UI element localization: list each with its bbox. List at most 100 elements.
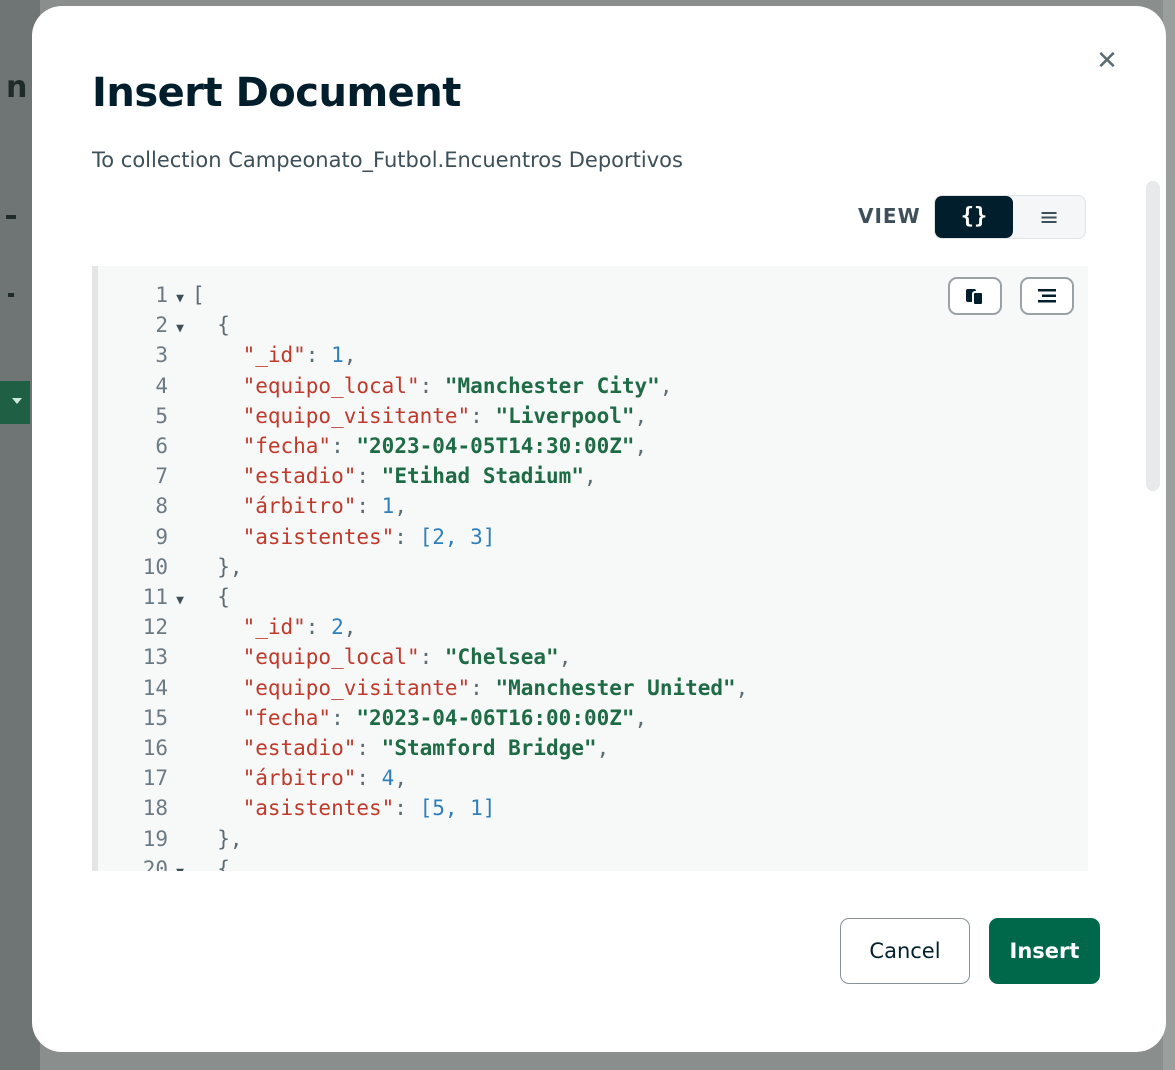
code-token: "fecha" bbox=[242, 434, 332, 458]
code-token: { bbox=[192, 313, 230, 338]
code-token: : bbox=[470, 675, 496, 700]
background-letter: n bbox=[6, 70, 28, 105]
code-line: 6 "fecha": "2023-04-05T14:30:00Z", bbox=[98, 431, 647, 461]
code-token: 1 bbox=[331, 343, 344, 368]
code-token: "Stamford Bridge" bbox=[381, 736, 597, 760]
code-text: { bbox=[192, 857, 230, 871]
code-text: [ bbox=[192, 283, 205, 307]
code-token: : bbox=[356, 736, 382, 760]
code-line: 11 ▼ { bbox=[98, 582, 230, 612]
code-token: , bbox=[634, 403, 648, 428]
code-token: , bbox=[735, 675, 749, 700]
code-token: , bbox=[596, 736, 610, 760]
background-dash bbox=[6, 215, 16, 219]
code-token: }, bbox=[192, 554, 243, 579]
code-line: 20▼ { bbox=[98, 854, 230, 871]
code-token: "estadio" bbox=[242, 464, 357, 489]
code-line: 13 "equipo_local": "Chelsea", bbox=[98, 642, 572, 672]
code-text: "asistentes": [5, 1] bbox=[192, 796, 496, 821]
modal-title: Insert Document bbox=[92, 70, 461, 116]
line-number: 20 bbox=[142, 856, 168, 871]
code-token: { bbox=[192, 856, 230, 871]
code-line: 8 "árbitro": 1, bbox=[98, 491, 407, 521]
line-number: 4 bbox=[155, 373, 168, 398]
code-text: }, bbox=[192, 826, 243, 851]
view-label: VIEW bbox=[858, 204, 921, 228]
code-token: "árbitro" bbox=[242, 766, 357, 791]
code-text: "_id": 1, bbox=[192, 343, 357, 368]
fold-caret-icon[interactable]: ▼ bbox=[168, 858, 192, 871]
line-number: 7 bbox=[155, 464, 168, 489]
format-button[interactable] bbox=[1020, 277, 1074, 315]
code-token: "Liverpool" bbox=[495, 403, 635, 428]
list-view-button[interactable]: ≡ bbox=[1013, 196, 1085, 238]
code-token: : bbox=[356, 464, 382, 489]
code-text: "equipo_visitante": "Manchester United", bbox=[192, 675, 749, 700]
code-token: "2023-04-05T14:30:00Z" bbox=[356, 434, 635, 458]
code-token: : bbox=[470, 403, 496, 428]
code-line: 1 ▼[ bbox=[98, 280, 205, 310]
code-line: 16 "estadio": "Stamford Bridge", bbox=[98, 733, 610, 763]
line-number: 2 bbox=[155, 313, 168, 338]
code-text: }, bbox=[192, 554, 243, 579]
code-token: "asistentes" bbox=[242, 524, 395, 549]
code-token: "equipo_visitante" bbox=[242, 675, 471, 700]
json-view-button[interactable]: {} bbox=[935, 196, 1013, 238]
json-editor[interactable]: 1 ▼[2 ▼ {3 "_id": 1, 4 "equipo_local": "Man… bbox=[92, 266, 1088, 871]
code-token: "_id" bbox=[242, 615, 306, 640]
line-number: 19 bbox=[142, 826, 168, 851]
line-number: 1 bbox=[155, 283, 168, 307]
code-text: { bbox=[192, 313, 230, 337]
code-token: , bbox=[583, 464, 597, 489]
copy-button[interactable] bbox=[948, 277, 1002, 315]
code-token: : bbox=[305, 615, 332, 640]
code-text: "fecha": "2023-04-05T14:30:00Z", bbox=[192, 434, 648, 458]
insert-document-modal: ✕ Insert Document To collection Campeona… bbox=[32, 6, 1166, 1052]
code-token: : bbox=[356, 494, 382, 519]
code-token: "árbitro" bbox=[242, 494, 357, 519]
code-token: : bbox=[394, 796, 420, 821]
close-icon[interactable]: ✕ bbox=[1094, 48, 1120, 74]
insert-button[interactable]: Insert bbox=[989, 918, 1100, 984]
format-icon bbox=[1038, 289, 1056, 303]
code-line: 2 ▼ { bbox=[98, 310, 230, 340]
code-text: "equipo_visitante": "Liverpool", bbox=[192, 403, 648, 428]
code-token: "Etihad Stadium" bbox=[381, 464, 584, 489]
code-token: : bbox=[305, 343, 332, 368]
code-token: : bbox=[356, 766, 382, 791]
code-line: 5 "equipo_visitante": "Liverpool", bbox=[98, 401, 647, 431]
code-token: "estadio" bbox=[242, 736, 357, 760]
line-number: 9 bbox=[155, 524, 168, 549]
modal-scrollbar[interactable] bbox=[1146, 181, 1160, 491]
cancel-button[interactable]: Cancel bbox=[840, 918, 970, 984]
code-token: "Manchester United" bbox=[495, 675, 736, 700]
code-token: , bbox=[659, 373, 673, 398]
code-token: "Chelsea" bbox=[444, 645, 559, 670]
background-dropdown bbox=[0, 381, 30, 424]
code-token: , bbox=[634, 705, 648, 730]
code-token: 2 bbox=[331, 615, 344, 640]
code-line: 19 }, bbox=[98, 824, 243, 854]
code-text: "árbitro": 4, bbox=[192, 766, 407, 790]
code-line: 14 "equipo_visitante": "Manchester Unite… bbox=[98, 673, 749, 703]
line-number: 3 bbox=[155, 343, 168, 368]
code-line: 17 "árbitro": 4, bbox=[98, 763, 407, 793]
view-toggle: {} ≡ bbox=[934, 195, 1086, 239]
code-text: "_id": 2, bbox=[192, 615, 357, 640]
code-line: 4 "equipo_local": "Manchester City", bbox=[98, 371, 672, 401]
code-token: [ bbox=[192, 283, 205, 307]
code-token: , bbox=[394, 494, 407, 519]
code-token: }, bbox=[192, 826, 243, 851]
code-token: : bbox=[331, 434, 357, 458]
code-token: , bbox=[343, 343, 357, 368]
code-text: "estadio": "Etihad Stadium", bbox=[192, 464, 597, 488]
code-line: 3 "_id": 1, bbox=[98, 340, 356, 370]
code-token: : bbox=[419, 373, 445, 398]
